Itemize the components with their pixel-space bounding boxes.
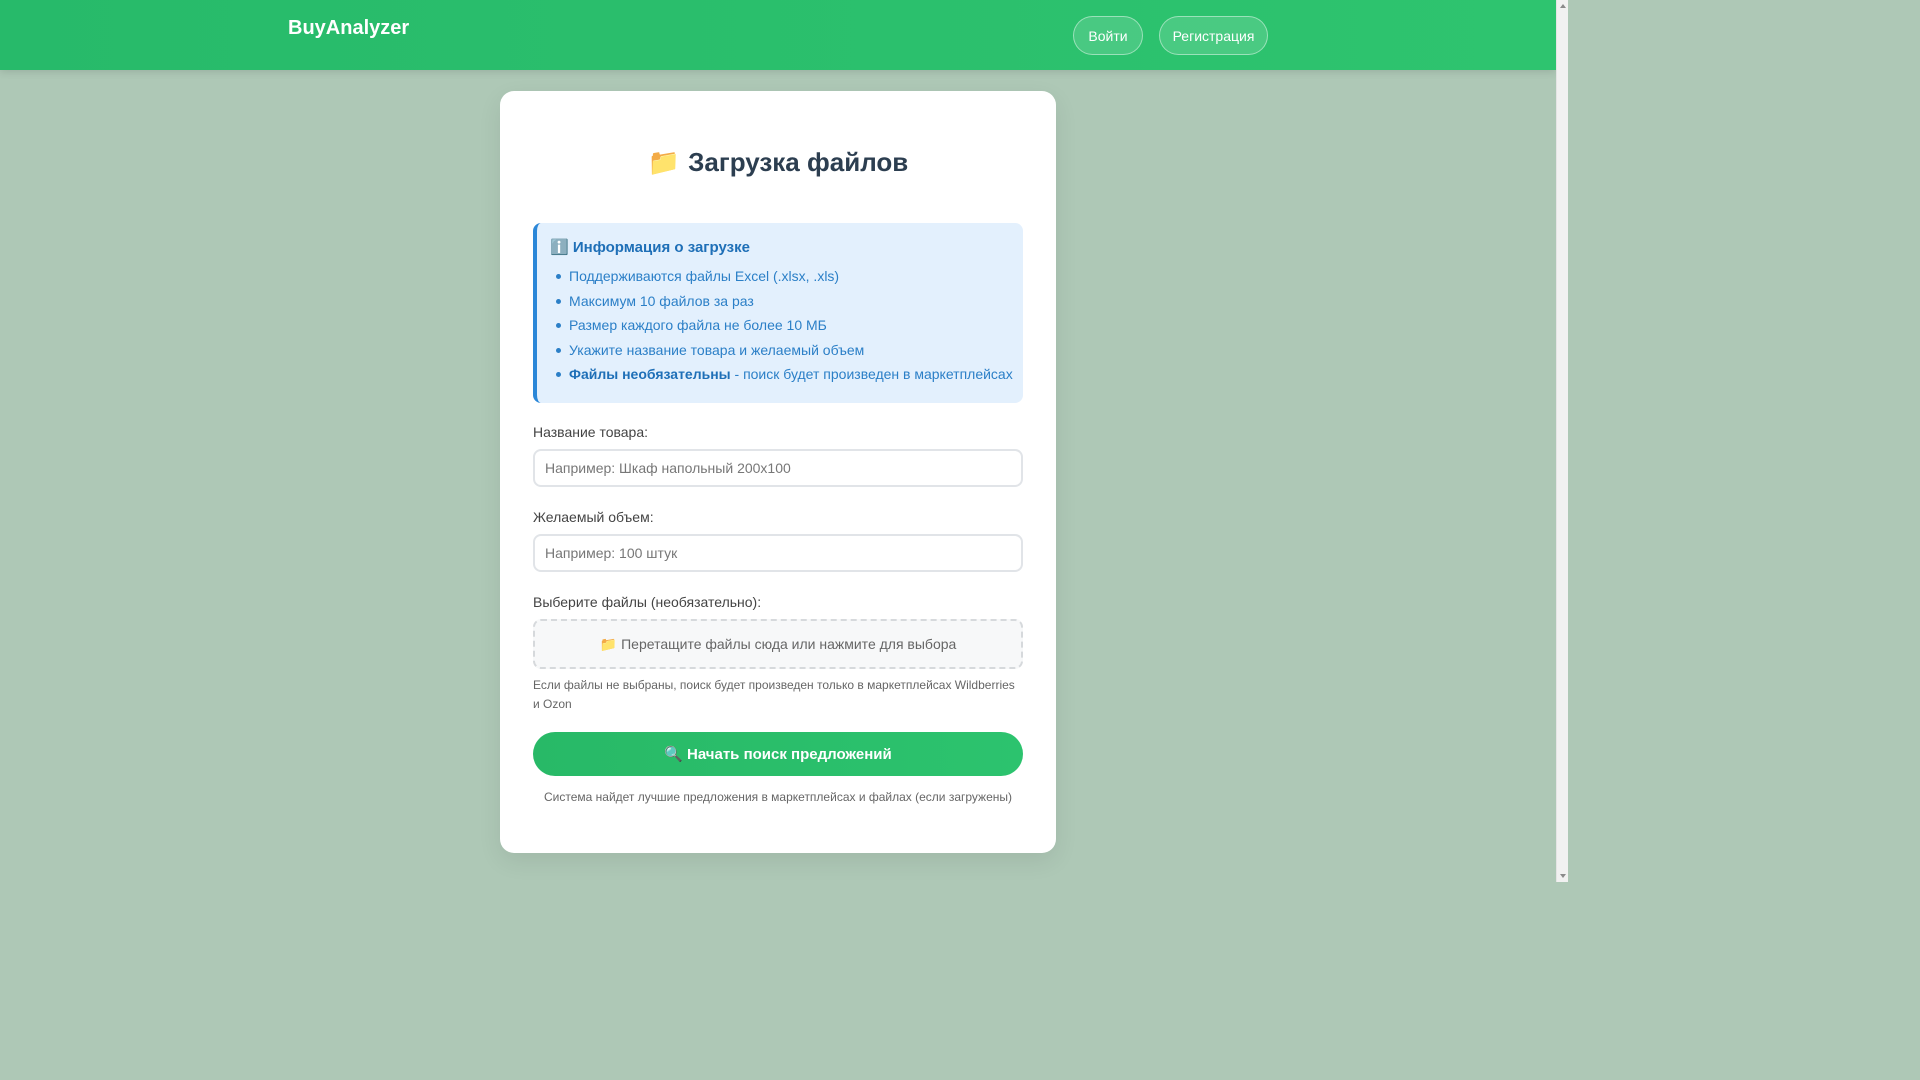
info-list: Поддерживаются файлы Excel (.xlsx, .xls)… bbox=[556, 266, 1014, 389]
product-name-input[interactable] bbox=[533, 449, 1023, 487]
dropzone-text: Перетащите файлы сюда или нажмите для вы… bbox=[621, 636, 957, 652]
page-title: 📁 Загрузка файлов bbox=[500, 146, 1056, 178]
volume-input[interactable] bbox=[533, 534, 1023, 572]
page-scrollbar[interactable] bbox=[1556, 0, 1568, 882]
login-button[interactable]: Войти bbox=[1073, 16, 1143, 55]
file-dropzone[interactable]: 📁 Перетащите файлы сюда или нажмите для … bbox=[533, 619, 1023, 669]
footnote: Система найдет лучшие предложения в марк… bbox=[543, 790, 1013, 804]
search-icon: 🔍 bbox=[664, 746, 683, 763]
scroll-up-icon[interactable] bbox=[1560, 4, 1566, 8]
info-title-text: Информация о загрузке bbox=[572, 239, 750, 256]
brand-logo[interactable]: BuyAnalyzer bbox=[288, 17, 409, 40]
files-label: Выберите файлы (необязательно): bbox=[533, 594, 762, 610]
info-item: Размер каждого файла не более 10 МБ bbox=[556, 315, 1014, 340]
scroll-down-icon[interactable] bbox=[1560, 874, 1566, 878]
info-item-rest: - поиск будет произведен в маркетплейсах bbox=[730, 366, 1013, 383]
volume-label: Желаемый объем: bbox=[533, 509, 654, 525]
start-search-button[interactable]: 🔍 Начать поиск предложений bbox=[533, 732, 1023, 776]
start-search-label: Начать поиск предложений bbox=[686, 745, 892, 763]
info-item-optional-files: Файлы необязательны - поиск будет произв… bbox=[556, 364, 1014, 389]
info-item: Укажите название товара и желаемый объем bbox=[556, 340, 1014, 365]
page-title-text: Загрузка файлов bbox=[688, 147, 909, 177]
info-item: Поддерживаются файлы Excel (.xlsx, .xls) bbox=[556, 266, 1014, 291]
folder-icon: 📁 bbox=[647, 147, 681, 177]
register-button[interactable]: Регистрация bbox=[1159, 16, 1268, 55]
product-label: Название товара: bbox=[533, 424, 649, 440]
files-hint: Если файлы не выбраны, поиск будет произ… bbox=[533, 678, 1015, 711]
info-item: Максимум 10 файлов за раз bbox=[556, 291, 1014, 316]
info-icon: ℹ️ bbox=[550, 239, 569, 256]
info-title: ℹ️ Информация о загрузке bbox=[550, 238, 750, 256]
top-navbar: BuyAnalyzer Войти Регистрация bbox=[0, 0, 1556, 70]
folder-icon: 📁 bbox=[599, 635, 618, 652]
info-item-bold: Файлы необязательны bbox=[569, 366, 731, 383]
